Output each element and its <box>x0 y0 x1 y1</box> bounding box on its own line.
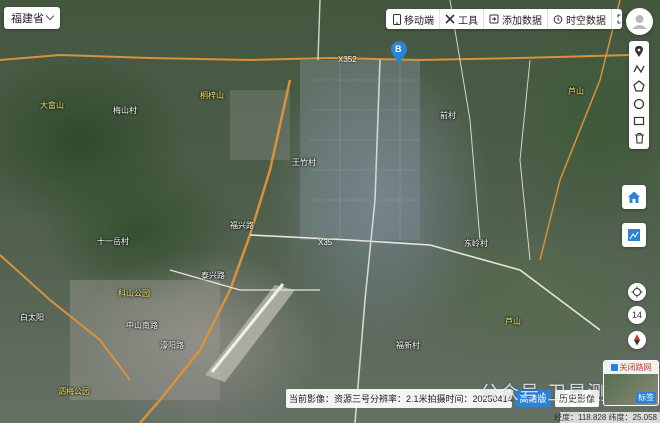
crosshair-icon <box>631 286 643 298</box>
place-label: 白太阳 <box>20 313 44 322</box>
map-pin-icon <box>635 45 643 57</box>
place-label: 泰兴路 <box>201 271 225 280</box>
locate-button[interactable] <box>628 283 646 301</box>
spacetime-data-label: 时空数据 <box>566 15 606 27</box>
compass-button[interactable] <box>628 331 646 349</box>
draw-rectangle-button[interactable] <box>632 114 646 128</box>
add-data-label: 添加数据 <box>502 15 542 27</box>
road-label: X35 <box>318 238 333 247</box>
place-label: 福兴路 <box>230 221 254 230</box>
place-label: 东岭村 <box>464 239 488 248</box>
marker-label: B <box>395 44 402 54</box>
place-label: 十一岳村 <box>97 237 129 246</box>
circle-icon <box>633 98 645 109</box>
draw-point-button[interactable] <box>632 45 646 59</box>
current-image-text: 当前影像：资源三号 <box>289 394 371 404</box>
mini-map-title: 关闭路网 <box>604 361 658 374</box>
user-icon <box>632 15 647 29</box>
tools-icon <box>445 14 455 24</box>
phone-icon <box>393 13 401 25</box>
import-icon <box>489 14 499 24</box>
draw-polygon-button[interactable] <box>632 79 646 93</box>
draw-tools-panel <box>629 41 649 149</box>
road-network <box>0 0 631 423</box>
place-label: 芦山 <box>505 317 521 326</box>
zoom-level-value: 14 <box>631 310 642 320</box>
place-label: 前村 <box>440 111 456 120</box>
draw-line-button[interactable] <box>632 62 646 76</box>
road-label: X352 <box>338 55 357 64</box>
coordinate-readout: 经度：118.828 纬度：25.058 <box>554 412 660 423</box>
place-label: 大畲山 <box>40 101 64 110</box>
spacetime-data-button[interactable]: 时空数据 <box>547 9 611 29</box>
place-label: 王竹村 <box>292 158 316 167</box>
place-label: 福新村 <box>396 341 420 350</box>
tools-label: 工具 <box>458 15 478 27</box>
polygon-icon <box>633 80 645 92</box>
layers-button[interactable] <box>622 223 646 247</box>
place-label: 濠阳路 <box>160 341 184 350</box>
mini-map-title-text: 关闭路网 <box>619 363 652 372</box>
tools-button[interactable]: 工具 <box>439 9 483 29</box>
place-label: 桐梓山 <box>200 91 224 100</box>
imagery-info-bar: 当前影像：资源三号 分辨率：2.1米 拍摄时间：20250414 <box>286 389 513 408</box>
satellite-map[interactable]: X352 X35 B 大畲山 梅山村 桐梓山 王竹村 十一岳村 科山公园 白太阳… <box>0 0 660 423</box>
delete-drawing-button[interactable] <box>632 131 646 145</box>
place-label: 中山南路 <box>126 321 158 330</box>
add-data-button[interactable]: 添加数据 <box>483 9 547 29</box>
trash-icon <box>634 133 644 144</box>
map-layers-icon <box>628 229 640 241</box>
home-button[interactable] <box>622 185 646 209</box>
place-label: 泗梅公园 <box>58 387 90 396</box>
polyline-icon <box>633 64 645 74</box>
checkbox-icon <box>610 364 618 371</box>
mobile-button[interactable]: 移动端 <box>388 9 439 29</box>
region-select-value: 福建省 <box>11 13 44 25</box>
rectangle-icon <box>633 116 645 126</box>
place-label: 梅山村 <box>113 106 137 115</box>
place-label: 芦山 <box>568 87 584 96</box>
mini-map-sub: 标签 <box>636 392 656 403</box>
zoom-level: 14 <box>628 306 646 324</box>
user-avatar[interactable] <box>626 8 653 35</box>
alarm-clock-icon <box>553 15 563 24</box>
top-toolbar: 移动端 工具 添加数据 时空数据 <box>386 9 627 29</box>
region-select[interactable]: 福建省 <box>4 7 60 29</box>
compass-icon <box>634 334 640 346</box>
mobile-label: 移动端 <box>404 15 434 27</box>
road-network-toggle[interactable]: 关闭路网 标签 <box>603 360 659 406</box>
chevron-down-icon <box>45 11 55 21</box>
home-icon <box>628 191 640 203</box>
resolution-text: 分辨率：2.1米 <box>370 394 428 404</box>
place-label: 科山公园 <box>118 289 150 298</box>
draw-circle-button[interactable] <box>632 97 646 111</box>
